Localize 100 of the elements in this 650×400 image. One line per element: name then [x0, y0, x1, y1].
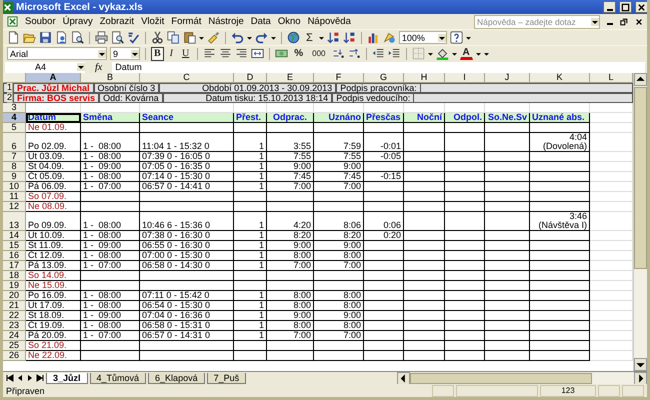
- row-header[interactable]: 3: [3, 103, 26, 113]
- thousands-button[interactable]: 000: [309, 46, 329, 60]
- row-header[interactable]: 18: [3, 271, 26, 281]
- scroll-thumb[interactable]: [634, 87, 647, 269]
- column-header[interactable]: E: [267, 73, 314, 83]
- open-folder-icon[interactable]: [23, 31, 36, 44]
- copy-icon[interactable]: [167, 31, 180, 44]
- caret-icon[interactable]: [77, 63, 85, 71]
- help-search-field[interactable]: Nápověda – zadejte dotaz: [474, 14, 600, 28]
- caret-icon[interactable]: [476, 50, 481, 56]
- row-header[interactable]: 25: [3, 341, 26, 351]
- autosum-button[interactable]: Σ: [303, 30, 316, 44]
- bar-chart-icon[interactable]: [366, 31, 380, 44]
- close-button[interactable]: [635, 1, 647, 13]
- caret-icon[interactable]: [318, 34, 324, 40]
- column-header[interactable]: J: [485, 73, 530, 83]
- underline-button[interactable]: U: [179, 46, 192, 60]
- zoom-dropdown[interactable]: 100%: [398, 31, 447, 44]
- restore-icon[interactable]: [620, 18, 628, 26]
- print-icon[interactable]: [95, 31, 108, 44]
- toolbar-options-icon[interactable]: [484, 50, 489, 56]
- menu-item[interactable]: Nápověda: [308, 16, 351, 27]
- row-header[interactable]: 9: [3, 172, 26, 182]
- align-center-icon[interactable]: [219, 47, 232, 60]
- formula-field[interactable]: Datum: [112, 62, 645, 72]
- format-painter-icon[interactable]: [207, 31, 220, 44]
- horizontal-scrollbar[interactable]: [397, 372, 647, 384]
- caret-icon[interactable]: [452, 50, 457, 56]
- row-header[interactable]: 8: [3, 162, 26, 172]
- decrease-indent-icon[interactable]: [372, 47, 385, 60]
- row-header[interactable]: 17: [3, 261, 26, 271]
- name-box[interactable]: A4: [5, 62, 85, 72]
- increase-indent-icon[interactable]: [388, 47, 401, 60]
- caret-icon[interactable]: [131, 50, 139, 58]
- caret-icon[interactable]: [98, 50, 106, 58]
- align-right-icon[interactable]: [235, 47, 248, 60]
- scroll-up-icon[interactable]: [634, 73, 647, 86]
- cut-icon[interactable]: [151, 31, 164, 44]
- column-header[interactable]: B: [81, 73, 140, 83]
- sort-ascending-icon[interactable]: [326, 31, 340, 44]
- scroll-thumb[interactable]: [410, 372, 592, 384]
- merge-cells-icon[interactable]: [251, 47, 264, 60]
- align-left-icon[interactable]: [203, 47, 216, 60]
- caret-icon[interactable]: [438, 34, 446, 42]
- row-header[interactable]: 13: [3, 212, 26, 231]
- row-header[interactable]: 19: [3, 281, 26, 291]
- row-header[interactable]: 23: [3, 321, 26, 331]
- sheet-tab[interactable]: 4_Tůmová: [90, 372, 146, 384]
- scroll-right-icon[interactable]: [634, 372, 647, 384]
- fill-color-icon[interactable]: [436, 47, 449, 60]
- sort-descending-icon[interactable]: [342, 31, 356, 44]
- menu-item[interactable]: Okno: [278, 16, 301, 27]
- scroll-down-icon[interactable]: [634, 358, 647, 371]
- minimize-button[interactable]: [603, 1, 616, 13]
- new-document-icon[interactable]: [7, 31, 20, 44]
- undo-icon[interactable]: [231, 31, 244, 44]
- column-header[interactable]: C: [140, 73, 234, 83]
- row-header[interactable]: 22: [3, 311, 26, 321]
- help-icon[interactable]: [450, 31, 463, 44]
- menu-item[interactable]: Data: [250, 16, 271, 27]
- caret-icon[interactable]: [247, 34, 252, 40]
- column-header[interactable]: A: [26, 73, 81, 83]
- scroll-left-icon[interactable]: [397, 372, 410, 384]
- caret-icon[interactable]: [428, 50, 433, 56]
- caret-icon[interactable]: [591, 18, 599, 26]
- vertical-scrollbar[interactable]: [633, 73, 647, 371]
- row-header[interactable]: 14: [3, 231, 26, 241]
- next-sheet-icon[interactable]: [26, 374, 34, 382]
- toolbar-options-icon[interactable]: [466, 34, 471, 40]
- decrease-decimal-icon[interactable]: [348, 47, 361, 60]
- column-header[interactable]: D: [234, 73, 267, 83]
- close-icon[interactable]: [635, 18, 643, 26]
- row-header[interactable]: 5: [3, 123, 26, 133]
- paste-icon[interactable]: [183, 31, 196, 44]
- workbook-icon[interactable]: [7, 16, 18, 27]
- menu-item[interactable]: Formát: [171, 16, 202, 27]
- row-header[interactable]: 21: [3, 301, 26, 311]
- column-header[interactable]: L: [590, 73, 633, 83]
- spellcheck-icon[interactable]: [127, 31, 140, 44]
- italic-button[interactable]: I: [166, 46, 176, 60]
- percent-button[interactable]: %: [291, 46, 306, 60]
- drawing-icon[interactable]: [382, 31, 396, 44]
- row-header[interactable]: 20: [3, 291, 26, 301]
- column-header[interactable]: I: [445, 73, 485, 83]
- increase-decimal-icon[interactable]: [332, 47, 345, 60]
- menu-item[interactable]: Zobrazit: [100, 16, 134, 27]
- column-header[interactable]: H: [404, 73, 445, 83]
- font-dropdown[interactable]: Arial: [7, 47, 107, 60]
- document-person-icon[interactable]: [55, 31, 68, 44]
- bold-button[interactable]: B: [151, 46, 164, 60]
- row-header[interactable]: 2: [7, 93, 14, 103]
- menu-item[interactable]: Vložit: [141, 16, 164, 27]
- first-sheet-icon[interactable]: [6, 374, 14, 382]
- row-header[interactable]: 26: [3, 351, 26, 361]
- sheet-tab[interactable]: 6_Klapová: [148, 372, 205, 384]
- column-header[interactable]: K: [530, 73, 590, 83]
- caret-icon[interactable]: [271, 34, 276, 40]
- globe-icon[interactable]: [287, 31, 300, 44]
- row-header[interactable]: 4: [3, 113, 26, 123]
- menu-item[interactable]: Nástroje: [208, 16, 244, 27]
